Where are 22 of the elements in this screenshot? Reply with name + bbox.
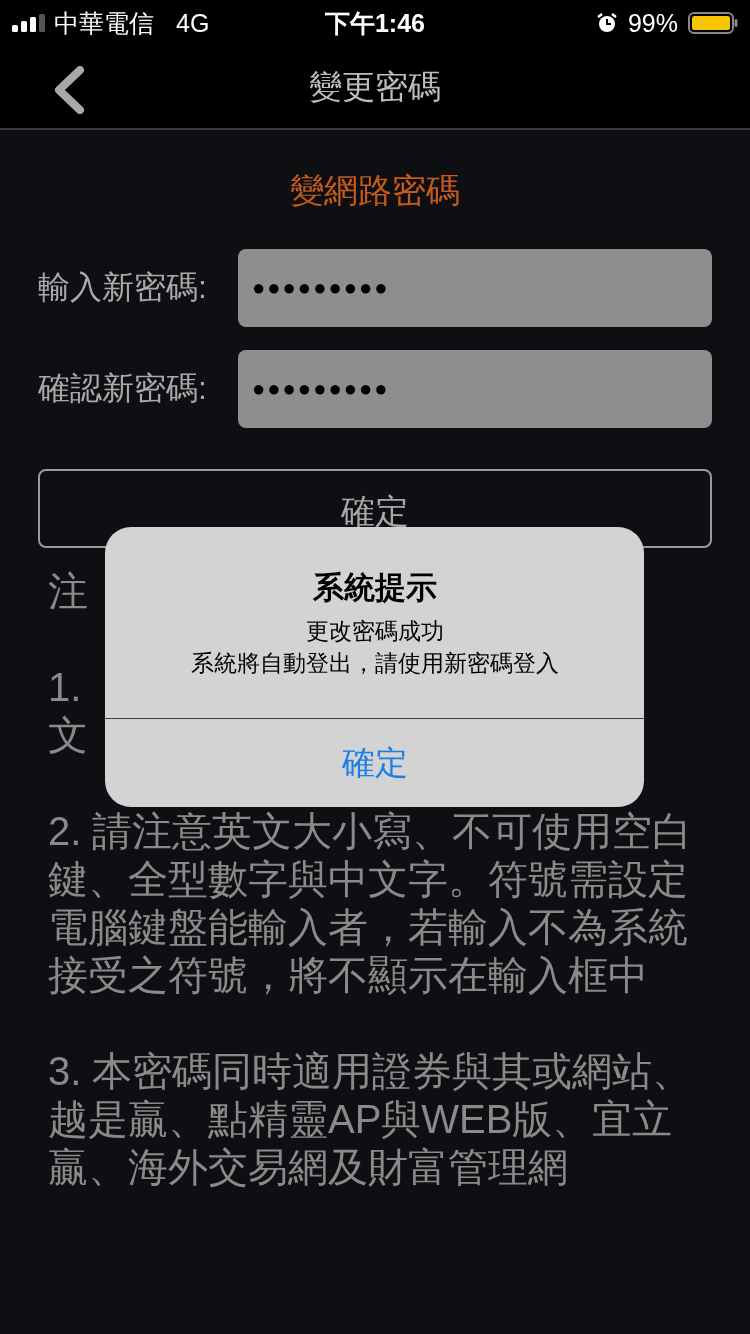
note-text: 注: [48, 568, 88, 615]
clock-time: 下午1:46: [324, 8, 425, 37]
network-type: 4G: [176, 8, 210, 38]
back-icon[interactable]: [52, 66, 86, 114]
note-text: 文: [48, 712, 88, 759]
password-field[interactable]: ●●●●●●●●●: [238, 249, 712, 327]
alert-title: 系統提示: [312, 569, 437, 607]
signal-icon: [12, 14, 46, 32]
note-text: 1.: [48, 664, 82, 711]
note-text: 3. 本密碼同時適用證券與其或網站、越是贏、點精靈AP與WEB版、宜立贏、海外交易網及財富管理網: [48, 1048, 694, 1191]
alert-message: 更改密碼成功: [305, 617, 444, 646]
carrier-name: 中華電信: [54, 7, 154, 39]
section-title: 變網路密碼: [290, 170, 460, 211]
battery-percent: 99%: [627, 8, 678, 38]
battery-icon: [688, 12, 738, 34]
password-field[interactable]: ●●●●●●●●●: [238, 350, 712, 428]
field-label: 輸入新密碼:: [38, 268, 208, 307]
note-text: 2. 請注意英文大小寫、不可使用空白鍵、全型數字與中文字。符號需設定電腦鍵盤能輸入者，若輸入不為系統接受之符號，將不顯示在輸入框中: [48, 808, 694, 999]
field-label: 確認新密碼:: [38, 369, 208, 408]
alert-message: 系統將自動登出，請使用新密碼登入: [190, 649, 559, 678]
alarm-clock-icon: [595, 12, 618, 34]
page-title: 變更密碼: [309, 66, 441, 107]
